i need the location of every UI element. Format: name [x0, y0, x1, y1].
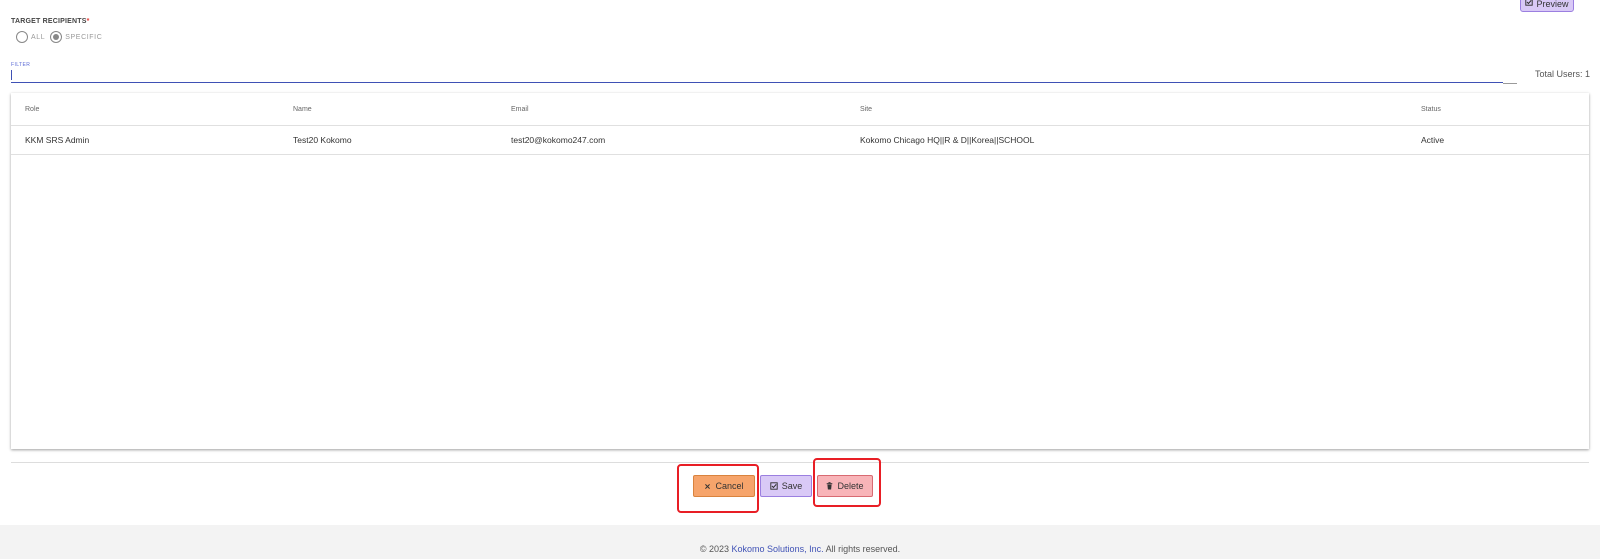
column-header-email[interactable]: Email — [511, 93, 529, 125]
footer-brand-link[interactable]: Kokomo Solutions, Inc. — [732, 544, 824, 554]
cancel-highlight-box — [677, 464, 759, 513]
radio-specific-label[interactable]: SPECIFIC — [65, 34, 102, 41]
target-recipients-label: TARGET RECIPIENTS* — [11, 18, 90, 25]
total-users-count: Total Users: 1 — [1534, 69, 1590, 79]
required-mark: * — [86, 18, 90, 25]
cell-status: Active — [1421, 135, 1445, 145]
radio-all[interactable] — [16, 31, 28, 43]
checkbox-icon — [1525, 0, 1534, 6]
cell-name: Test20 Kokomo — [293, 135, 352, 145]
recipients-radio-group: ALL SPECIFIC — [16, 31, 107, 43]
target-recipients-text: TARGET RECIPIENTS — [11, 18, 87, 25]
cell-email: test20@kokomo247.com — [511, 135, 606, 145]
save-button[interactable]: Save — [760, 475, 812, 497]
column-header-role[interactable]: Role — [25, 93, 39, 125]
section-divider — [11, 462, 1589, 463]
table-row[interactable]: KKM SRS Admin Test20 Kokomo test20@kokom… — [11, 126, 1589, 155]
cell-site: Kokomo Chicago HQ||R & D||Korea||SCHOOL — [860, 135, 1035, 145]
text-caret — [11, 70, 12, 80]
filter-input[interactable] — [11, 69, 1503, 83]
footer-copyright: © 2023 Kokomo Solutions, Inc. All rights… — [0, 544, 1600, 554]
cell-role: KKM SRS Admin — [25, 135, 90, 145]
table-header: Role Name Email Site Status — [11, 93, 1589, 126]
radio-specific[interactable] — [50, 31, 63, 43]
column-header-status[interactable]: Status — [1421, 93, 1441, 125]
radio-all-label[interactable]: ALL — [31, 34, 45, 41]
footer-suffix: All rights reserved. — [823, 544, 901, 554]
save-label: Save — [781, 481, 803, 491]
preview-label: Preview — [1536, 0, 1569, 9]
footer-prefix: © 2023 — [699, 544, 732, 554]
preview-button[interactable]: Preview — [1520, 0, 1574, 12]
column-header-site[interactable]: Site — [860, 93, 872, 125]
column-header-name[interactable]: Name — [293, 93, 312, 125]
checkbox-icon — [770, 482, 778, 490]
delete-highlight-box — [813, 458, 881, 507]
filter-underline-tail — [1503, 83, 1517, 84]
radio-selected-dot — [53, 34, 60, 40]
users-table: Role Name Email Site Status KKM SRS Admi… — [11, 93, 1589, 449]
filter-label: FILTER — [11, 62, 31, 68]
